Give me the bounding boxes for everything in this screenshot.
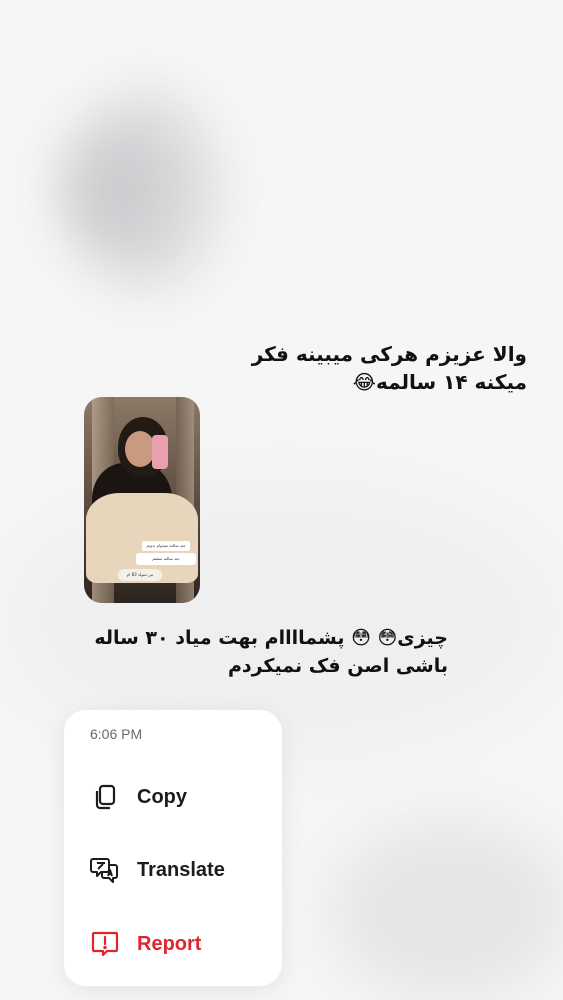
message-timestamp: 6:06 PM: [90, 726, 143, 742]
blurred-shape: [60, 130, 170, 250]
report-icon: [90, 929, 120, 959]
incoming-message[interactable]: چیزی😳 😳 پشماااام بهت میاد ۳۰ ساله باشی ا…: [78, 624, 448, 680]
translate-label: Translate: [137, 858, 225, 881]
photo-face: [125, 431, 155, 467]
outgoing-message[interactable]: والا عزیزم هرکی میبینه فکر میکنه ۱۴ سالم…: [217, 340, 527, 396]
story-footer-sticker: من متولد 83 ام: [118, 569, 162, 581]
copy-label: Copy: [137, 785, 187, 808]
message-context-menu: 6:06 PM Copy Translate Report: [64, 710, 282, 986]
copy-menu-item[interactable]: Copy: [90, 777, 270, 817]
blurred-shape: [330, 820, 563, 1000]
report-label: Report: [137, 932, 202, 955]
photo-phone: [152, 435, 168, 469]
translate-menu-item[interactable]: Translate: [90, 850, 270, 890]
story-answer-sticker: جند سالته منفقم: [136, 553, 196, 565]
report-menu-item[interactable]: Report: [90, 924, 270, 964]
translate-icon: [90, 855, 120, 885]
story-question-sticker: جند سالته میخوام بدونم: [142, 541, 190, 551]
story-reply-thumbnail[interactable]: جند سالته میخوام بدونم جند سالته منفقم م…: [84, 397, 200, 603]
copy-icon: [90, 782, 120, 812]
